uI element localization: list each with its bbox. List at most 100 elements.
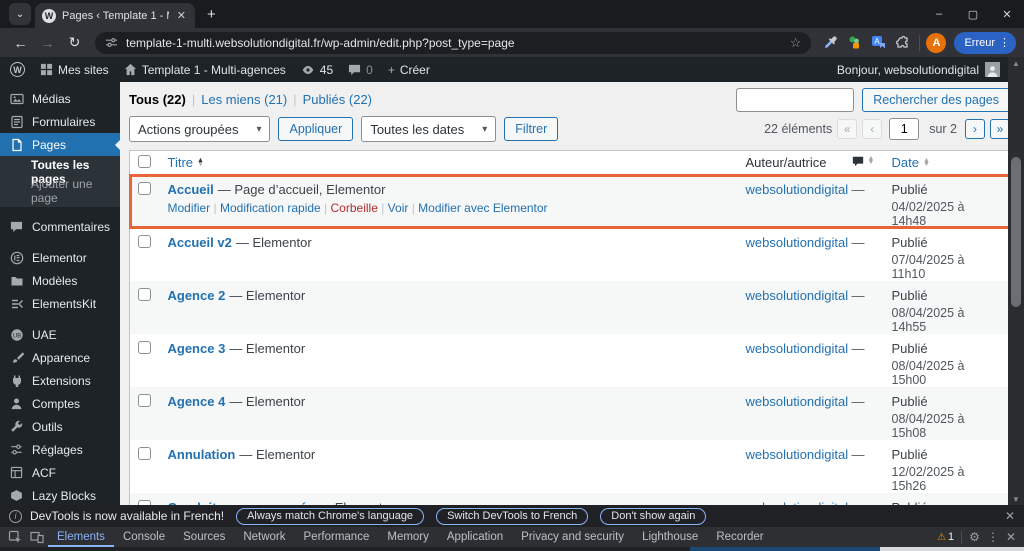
row-checkbox[interactable] bbox=[138, 447, 151, 460]
scroll-down-icon[interactable]: ▼ bbox=[1008, 493, 1024, 505]
sidebar-item-reglages[interactable]: Réglages bbox=[0, 438, 120, 461]
author-link[interactable]: websolutiondigital bbox=[746, 235, 849, 250]
address-bar[interactable]: template-1-multi.websolutiondigital.fr/w… bbox=[95, 31, 812, 54]
page-title-link[interactable]: Agence 4 bbox=[168, 394, 226, 409]
page-title-link[interactable]: Agence 2 bbox=[168, 288, 226, 303]
search-pages-button[interactable]: Rechercher des pages bbox=[862, 88, 1010, 112]
author-link[interactable]: websolutiondigital bbox=[746, 288, 849, 303]
last-page-button[interactable]: » bbox=[990, 119, 1010, 139]
search-pages-input[interactable] bbox=[736, 88, 855, 112]
sort-date-header[interactable]: Date ▲ ▼ bbox=[892, 155, 930, 170]
devtools-tab[interactable]: Performance bbox=[295, 527, 379, 547]
wordpress-logo-icon[interactable]: W bbox=[10, 62, 25, 77]
sidebar-item-lazy-blocks[interactable]: Lazy Blocks bbox=[0, 484, 120, 505]
profile-avatar[interactable]: A bbox=[926, 32, 947, 53]
plant-extension-icon[interactable] bbox=[843, 32, 865, 54]
sidebar-item-formulaires[interactable]: Formulaires bbox=[0, 110, 120, 133]
author-link[interactable]: websolutiondigital bbox=[746, 182, 849, 197]
page-title-link[interactable]: Accueil v2 bbox=[168, 235, 232, 250]
page-title-link[interactable]: Accueil bbox=[168, 182, 214, 197]
devtools-tab[interactable]: Console bbox=[114, 527, 174, 547]
devtools-tab[interactable]: Elements bbox=[48, 527, 114, 547]
infobar-close-icon[interactable]: ✕ bbox=[1005, 509, 1015, 523]
author-link[interactable]: websolutiondigital bbox=[746, 394, 849, 409]
scrollbar-thumb[interactable] bbox=[1011, 157, 1021, 307]
site-settings-icon[interactable] bbox=[105, 36, 118, 49]
translate-extension-icon[interactable]: A bbox=[867, 32, 889, 54]
author-link[interactable]: websolutiondigital bbox=[746, 341, 849, 356]
next-page-button[interactable]: › bbox=[965, 119, 985, 139]
devtools-tab[interactable]: Lighthouse bbox=[633, 527, 707, 547]
dates-filter-select[interactable]: Toutes les dates ▾ bbox=[361, 116, 497, 142]
author-link[interactable]: websolutiondigital bbox=[746, 447, 849, 462]
comments-counter[interactable]: 0 bbox=[348, 63, 373, 77]
sort-comments-header[interactable]: ▲ ▼ bbox=[852, 155, 874, 167]
row-checkbox[interactable] bbox=[138, 182, 151, 195]
apply-button[interactable]: Appliquer bbox=[278, 117, 354, 141]
row-action-link[interactable]: Modifier avec Elementor bbox=[418, 201, 547, 215]
devtools-menu-icon[interactable]: ⋮ bbox=[987, 530, 999, 544]
sidebar-item-modeles[interactable]: Modèles bbox=[0, 269, 120, 292]
devtools-tab[interactable]: Recorder bbox=[707, 527, 772, 547]
forward-icon[interactable]: → bbox=[35, 35, 60, 51]
inspect-element-icon[interactable] bbox=[4, 527, 26, 547]
tab-search-caret-icon[interactable]: ⌄ bbox=[9, 3, 31, 25]
sidebar-item-pages[interactable]: Pages bbox=[0, 133, 120, 156]
error-menu-button[interactable]: Erreur ⋮ bbox=[954, 31, 1016, 54]
filter-button[interactable]: Filtrer bbox=[504, 117, 559, 141]
devtools-settings-icon[interactable]: ⚙ bbox=[969, 530, 980, 544]
row-checkbox[interactable] bbox=[138, 341, 151, 354]
row-checkbox[interactable] bbox=[138, 288, 151, 301]
minimize-button[interactable]: – bbox=[922, 0, 956, 28]
sort-title-header[interactable]: Titre ▲ ▼ bbox=[168, 155, 204, 170]
first-page-button[interactable]: « bbox=[837, 119, 858, 139]
page-scrollbar[interactable]: ▲ ▼ bbox=[1008, 57, 1024, 505]
site-name-menu[interactable]: Template 1 - Multi-agences bbox=[124, 63, 286, 77]
dont-show-again-button[interactable]: Don't show again bbox=[600, 507, 707, 525]
tab-close-icon[interactable]: ✕ bbox=[175, 9, 188, 22]
devtools-close-icon[interactable]: ✕ bbox=[1006, 530, 1016, 544]
view-mine-link[interactable]: Les miens (21) bbox=[201, 92, 287, 107]
sidebar-item-acf[interactable]: ACF bbox=[0, 461, 120, 484]
row-action-link[interactable]: Voir bbox=[388, 201, 409, 215]
sidebar-item-apparence[interactable]: Apparence bbox=[0, 346, 120, 369]
sidebar-item-elementskit[interactable]: ElementsKit bbox=[0, 292, 120, 315]
select-all-checkbox[interactable] bbox=[138, 154, 151, 168]
sidebar-item-extensions[interactable]: Extensions bbox=[0, 369, 120, 392]
maximize-button[interactable]: ▢ bbox=[956, 0, 990, 28]
browser-tab[interactable]: W Pages ‹ Template 1 - Multi-agen ✕ bbox=[35, 3, 195, 28]
switch-to-french-button[interactable]: Switch DevTools to French bbox=[436, 507, 589, 525]
eyedropper-extension-icon[interactable] bbox=[819, 32, 841, 54]
view-all-link[interactable]: Tous (22) bbox=[129, 92, 186, 107]
devtools-tab[interactable]: Sources bbox=[174, 527, 234, 547]
submenu-ajouter-une-page[interactable]: Ajouter une page bbox=[0, 177, 120, 205]
reload-icon[interactable]: ↻ bbox=[62, 34, 87, 51]
current-page-input[interactable] bbox=[889, 118, 920, 140]
devtools-tab[interactable]: Privacy and security bbox=[512, 527, 633, 547]
new-tab-button[interactable]: + bbox=[207, 6, 216, 23]
page-title-link[interactable]: Conduite accompagnée bbox=[168, 500, 315, 505]
author-link[interactable]: websolutiondigital bbox=[746, 500, 849, 505]
sidebar-item-commentaires[interactable]: Commentaires bbox=[0, 215, 120, 238]
device-toolbar-icon[interactable] bbox=[26, 527, 48, 547]
sidebar-item-elementor[interactable]: Elementor bbox=[0, 246, 120, 269]
console-warnings-badge[interactable]: ⚠ 1 bbox=[937, 531, 954, 543]
sidebar-item-comptes[interactable]: Comptes bbox=[0, 392, 120, 415]
devtools-tab[interactable]: Memory bbox=[378, 527, 438, 547]
row-checkbox[interactable] bbox=[138, 500, 151, 505]
page-title-link[interactable]: Annulation bbox=[168, 447, 236, 462]
views-counter[interactable]: 45 bbox=[301, 63, 333, 77]
row-action-link[interactable]: Modification rapide bbox=[220, 201, 321, 215]
devtools-tab[interactable]: Application bbox=[438, 527, 512, 547]
view-published-link[interactable]: Publiés (22) bbox=[303, 92, 372, 107]
prev-page-button[interactable]: ‹ bbox=[862, 119, 883, 139]
sidebar-item-medias[interactable]: Médias bbox=[0, 87, 120, 110]
back-icon[interactable]: ← bbox=[8, 35, 33, 51]
close-button[interactable]: ✕ bbox=[990, 0, 1024, 28]
extensions-puzzle-icon[interactable] bbox=[891, 32, 913, 54]
row-checkbox[interactable] bbox=[138, 394, 151, 407]
bulk-actions-select[interactable]: Actions groupées ▾ bbox=[129, 116, 271, 142]
sidebar-item-uae[interactable]: UB UAE bbox=[0, 323, 120, 346]
sidebar-item-outils[interactable]: Outils bbox=[0, 415, 120, 438]
row-action-link[interactable]: Corbeille bbox=[331, 201, 378, 215]
